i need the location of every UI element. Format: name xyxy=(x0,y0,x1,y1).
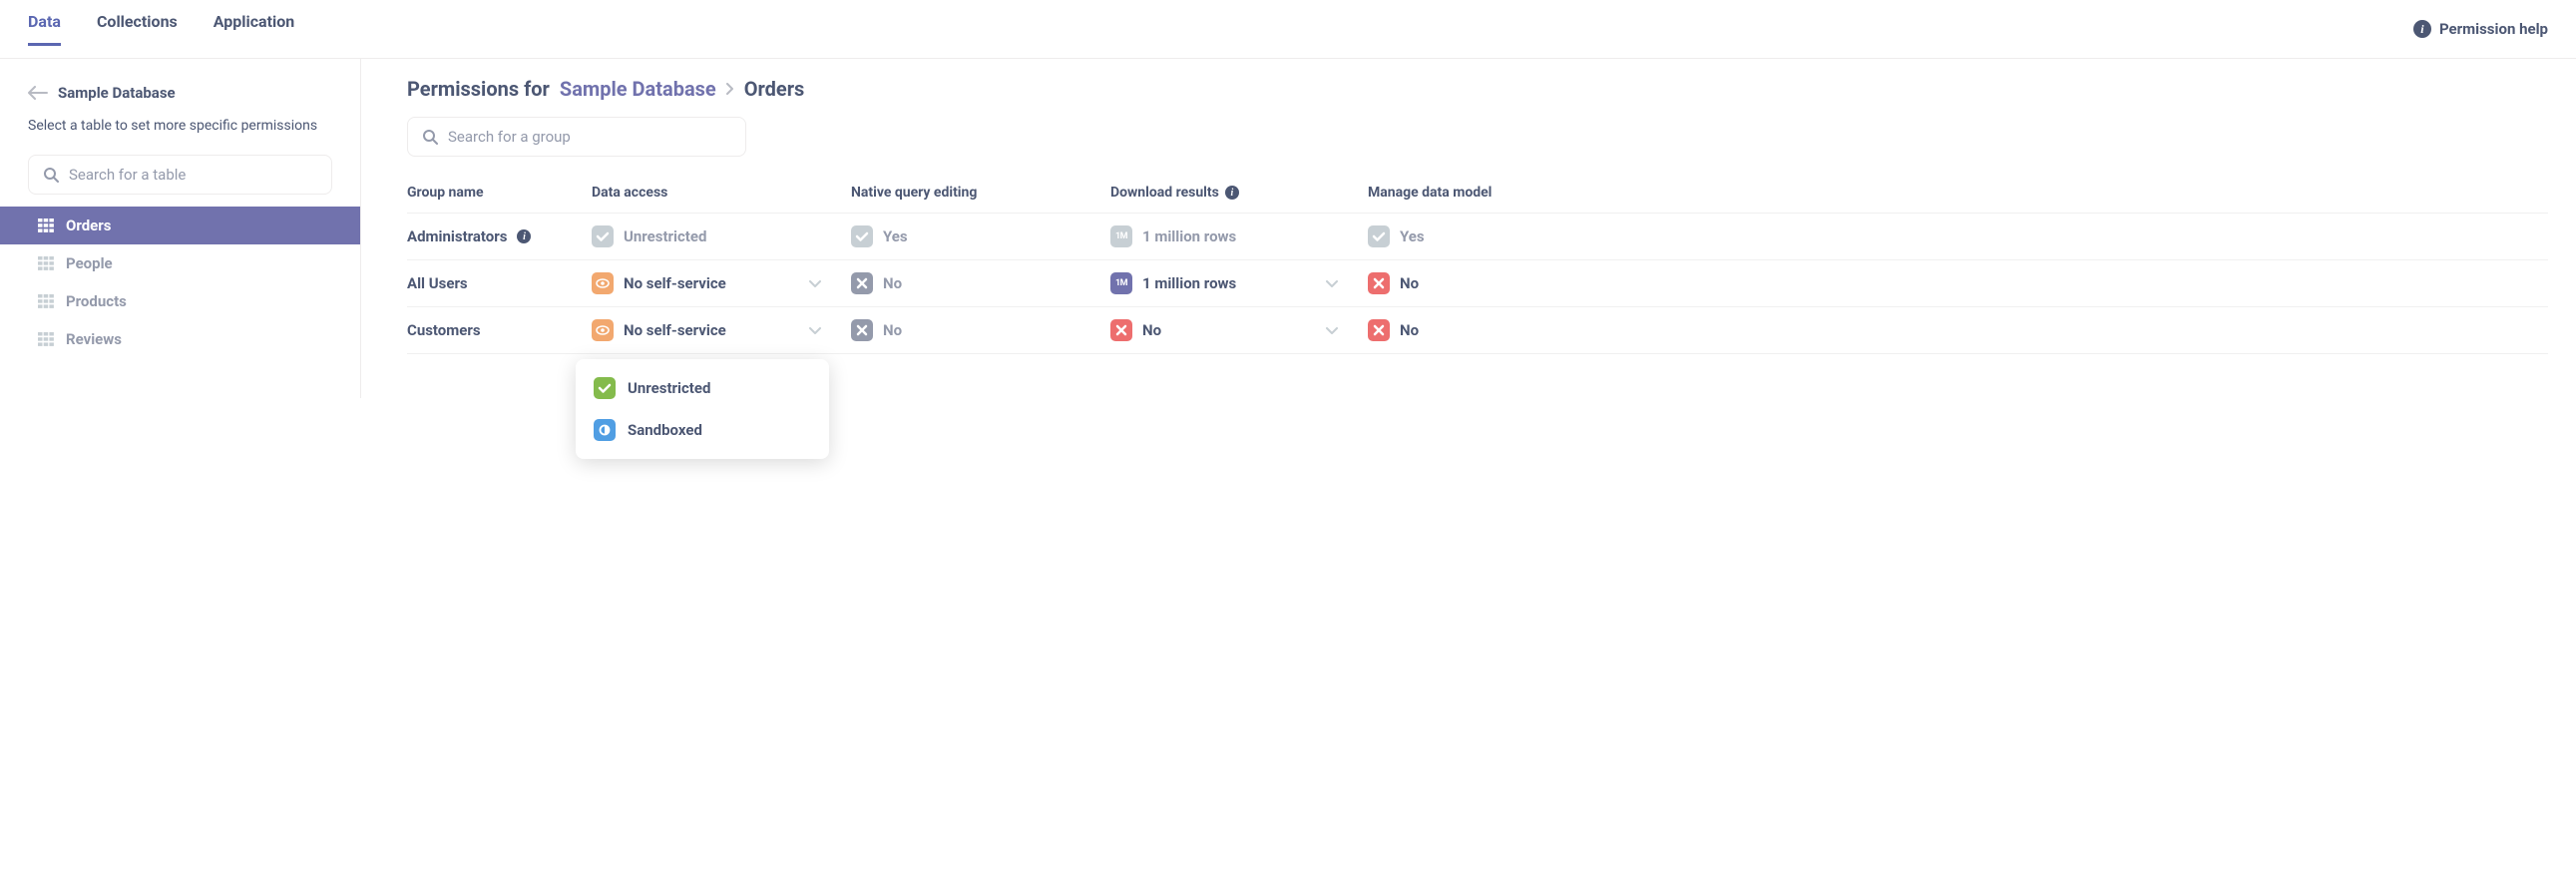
million-rows-icon: 1M xyxy=(1110,225,1132,247)
breadcrumb-back[interactable]: Sample Database xyxy=(0,77,360,113)
sidebar-hint: Select a table to set more specific perm… xyxy=(0,113,360,151)
tab-application[interactable]: Application xyxy=(214,12,295,46)
sidebar: Sample Database Select a table to set mo… xyxy=(0,59,361,398)
info-icon[interactable]: i xyxy=(1225,186,1239,200)
dropdown-option-sandboxed[interactable]: Sandboxed xyxy=(576,409,829,451)
x-icon xyxy=(1368,319,1390,341)
col-download-results: Download results i xyxy=(1110,185,1368,201)
data-access-cell[interactable]: No self-service Unrestricted xyxy=(592,319,851,341)
breadcrumb-database-link[interactable]: Sample Database xyxy=(560,77,716,101)
group-name-cell: Customers xyxy=(407,321,592,339)
eye-icon xyxy=(592,272,614,294)
search-icon xyxy=(43,167,59,183)
table-row: Administrators i Unrestricted Yes 1M 1 m… xyxy=(407,213,2548,259)
group-name-cell: All Users xyxy=(407,274,592,292)
search-icon xyxy=(422,129,438,145)
native-query-cell: Yes xyxy=(851,225,1110,247)
tab-data[interactable]: Data xyxy=(28,12,61,46)
breadcrumb-table: Orders xyxy=(744,77,805,101)
table-icon xyxy=(38,218,54,232)
breadcrumb: Permissions for Sample Database Orders xyxy=(407,77,2548,101)
eye-icon xyxy=(592,319,614,341)
data-access-dropdown: Unrestricted Sandboxed xyxy=(576,359,829,459)
sidebar-search-input[interactable] xyxy=(69,166,317,184)
table-row: Customers No self-service xyxy=(407,306,2548,354)
sidebar-search[interactable] xyxy=(28,155,332,195)
sidebar-items: Orders People Products xyxy=(0,207,360,358)
chevron-down-icon xyxy=(809,274,821,292)
main-search-input[interactable] xyxy=(448,128,731,146)
manage-data-model-cell: No xyxy=(1368,272,2548,294)
sidebar-item-label: Products xyxy=(66,292,127,310)
check-icon xyxy=(1368,225,1390,247)
top-nav-tabs: Data Collections Application xyxy=(28,12,294,46)
check-icon xyxy=(594,377,616,399)
x-icon xyxy=(1110,319,1132,341)
x-icon xyxy=(851,319,873,341)
sidebar-item-people[interactable]: People xyxy=(0,244,360,282)
arrow-left-icon xyxy=(28,83,48,103)
x-icon xyxy=(851,272,873,294)
x-icon xyxy=(1368,272,1390,294)
sidebar-item-label: People xyxy=(66,254,113,272)
col-data-access: Data access xyxy=(592,185,851,201)
sidebar-item-orders[interactable]: Orders xyxy=(0,207,360,244)
info-icon[interactable]: i xyxy=(517,229,531,243)
sandbox-icon xyxy=(594,419,616,441)
dropdown-option-unrestricted[interactable]: Unrestricted xyxy=(576,367,829,409)
sidebar-item-reviews[interactable]: Reviews xyxy=(0,320,360,358)
chevron-down-icon xyxy=(1326,321,1338,339)
breadcrumb-back-label: Sample Database xyxy=(58,84,176,102)
sidebar-item-label: Reviews xyxy=(66,330,122,348)
permission-help-label: Permission help xyxy=(2439,20,2548,38)
native-query-cell: No xyxy=(851,319,1110,341)
check-icon xyxy=(592,225,614,247)
data-access-cell[interactable]: No self-service xyxy=(592,272,851,294)
table-row: All Users No self-service No xyxy=(407,259,2548,306)
manage-data-model-cell: Yes xyxy=(1368,225,2548,247)
chevron-down-icon xyxy=(1326,274,1338,292)
download-results-cell[interactable]: No xyxy=(1110,319,1368,341)
native-query-cell: No xyxy=(851,272,1110,294)
main-search[interactable] xyxy=(407,117,746,157)
table-icon xyxy=(38,332,54,346)
breadcrumb-prefix: Permissions for xyxy=(407,77,550,101)
sidebar-item-label: Orders xyxy=(66,217,111,234)
table-icon xyxy=(38,294,54,308)
top-nav: Data Collections Application i Permissio… xyxy=(0,0,2576,59)
info-icon: i xyxy=(2413,20,2431,38)
col-native-query: Native query editing xyxy=(851,185,1110,201)
table-icon xyxy=(38,256,54,270)
manage-data-model-cell: No xyxy=(1368,319,2548,341)
chevron-down-icon xyxy=(809,321,821,339)
group-name-cell: Administrators i xyxy=(407,227,592,245)
download-results-cell: 1M 1 million rows xyxy=(1110,225,1368,247)
col-group-name: Group name xyxy=(407,185,592,201)
check-icon xyxy=(851,225,873,247)
table-header: Group name Data access Native query edit… xyxy=(407,173,2548,213)
sidebar-item-products[interactable]: Products xyxy=(0,282,360,320)
col-manage-data-model: Manage data model xyxy=(1368,185,2548,201)
permission-help-link[interactable]: i Permission help xyxy=(2413,20,2548,38)
tab-collections[interactable]: Collections xyxy=(97,12,178,46)
million-rows-icon: 1M xyxy=(1110,272,1132,294)
main-content: Permissions for Sample Database Orders G… xyxy=(361,59,2576,398)
download-results-cell[interactable]: 1M 1 million rows xyxy=(1110,272,1368,294)
chevron-right-icon xyxy=(726,80,734,99)
data-access-cell: Unrestricted xyxy=(592,225,851,247)
